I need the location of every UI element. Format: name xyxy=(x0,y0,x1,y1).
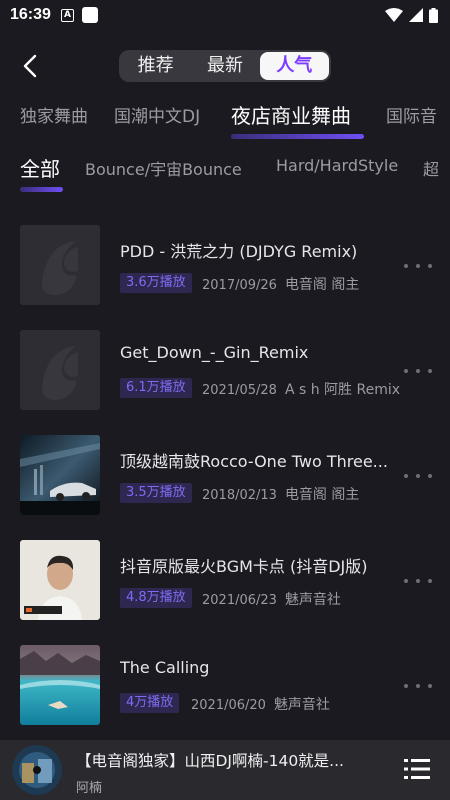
signal-icon xyxy=(409,8,423,22)
song-author: 电音阁 阁主 xyxy=(284,487,360,503)
subtab-bounce[interactable]: Bounce/宇宙Bounce xyxy=(85,156,242,180)
wifi-icon xyxy=(385,8,403,22)
song-author: 魅声音社 xyxy=(273,697,330,713)
more-options-button[interactable] xyxy=(404,682,432,690)
song-author: A s h 阿胜 Remix xyxy=(284,382,401,398)
battery-icon xyxy=(429,7,438,23)
player-cover[interactable] xyxy=(12,745,62,795)
status-bar: 16:39 A xyxy=(0,0,450,30)
song-date: 2021/06/23 xyxy=(202,593,277,608)
notification-a-icon: A xyxy=(60,8,74,22)
subcategory-tabs: 全部 Bounce/宇宙Bounce Hard/HardStyle 超 xyxy=(0,150,450,190)
song-title: The Calling xyxy=(120,658,210,677)
chevron-left-icon xyxy=(23,54,37,78)
list-item[interactable]: Get_Down_-_Gin_Remix 6.1万播放 2021/05/28 A … xyxy=(0,327,450,432)
category-tabs: 独家舞曲 国潮中文DJ 夜店商业舞曲 国际音 xyxy=(0,96,450,136)
more-options-button[interactable] xyxy=(404,262,432,270)
subcategory-active-indicator xyxy=(20,187,63,192)
song-date: 2021/05/28 xyxy=(202,383,277,398)
play-count-badge: 4万播放 xyxy=(120,693,180,713)
play-count-badge: 3.5万播放 xyxy=(120,483,192,503)
more-dot xyxy=(428,684,432,688)
play-count-badge: 4.8万播放 xyxy=(120,588,192,608)
more-dot xyxy=(416,579,420,583)
album-art-image xyxy=(12,745,62,795)
more-dot xyxy=(416,264,420,268)
segment-recommended[interactable]: 推荐 xyxy=(121,52,190,80)
player-song-title: 【电音阁独家】山西DJ啊楠-140就是... xyxy=(76,752,344,770)
song-title: Get_Down_-_Gin_Remix xyxy=(120,343,309,362)
placeholder-logo-icon xyxy=(20,225,100,305)
tab-nightclub-dance[interactable]: 夜店商业舞曲 xyxy=(231,100,351,129)
more-dot xyxy=(404,474,408,478)
song-meta: 2021/05/28 A s h 阿胜 Remix xyxy=(202,379,400,399)
car-photo-image xyxy=(20,435,100,515)
notification-square-icon xyxy=(81,7,98,23)
more-dot xyxy=(428,369,432,373)
segment-popular[interactable]: 人气 xyxy=(259,52,329,80)
song-meta: 2017/09/26 电音阁 阁主 xyxy=(202,274,359,294)
list-item[interactable]: The Calling 4万播放 2021/06/20 魅声音社 xyxy=(0,642,450,747)
song-cover xyxy=(20,645,100,725)
song-meta: 2018/02/13 电音阁 阁主 xyxy=(202,484,359,504)
subtab-more[interactable]: 超 xyxy=(423,156,439,180)
segment-latest[interactable]: 最新 xyxy=(190,52,259,80)
more-dot xyxy=(404,369,408,373)
portrait-photo-image xyxy=(20,540,100,620)
ocean-photo-image xyxy=(20,645,100,725)
category-active-indicator xyxy=(231,134,364,139)
more-options-button[interactable] xyxy=(404,472,432,480)
more-dot xyxy=(416,684,420,688)
song-cover xyxy=(20,435,100,515)
tab-exclusive-dance[interactable]: 独家舞曲 xyxy=(20,102,88,127)
placeholder-logo-icon xyxy=(20,330,100,410)
more-dot xyxy=(428,264,432,268)
list-item[interactable]: 顶级越南鼓Rocco-One Two Three... 3.5万播放 2018/… xyxy=(0,432,450,537)
song-cover xyxy=(20,540,100,620)
player-artist: 阿楠 xyxy=(76,781,103,796)
song-author: 魅声音社 xyxy=(284,592,341,608)
play-count-badge: 3.6万播放 xyxy=(120,273,192,293)
song-title: 抖音原版最火BGM卡点 (抖音DJ版) xyxy=(120,557,368,576)
song-title: 顶级越南鼓Rocco-One Two Three... xyxy=(120,452,388,471)
more-dot xyxy=(404,579,408,583)
mini-player[interactable]: 【电音阁独家】山西DJ啊楠-140就是... 阿楠 xyxy=(0,740,450,800)
song-author: 电音阁 阁主 xyxy=(284,277,360,293)
song-date: 2021/06/20 xyxy=(191,698,266,713)
song-list: PDD - 洪荒之力 (DJDYG Remix) 3.6万播放 2017/09/… xyxy=(0,222,450,747)
song-cover xyxy=(20,225,100,305)
song-meta: 2021/06/23 魅声音社 xyxy=(202,589,341,609)
more-dot xyxy=(416,474,420,478)
back-button[interactable] xyxy=(14,50,46,82)
more-dot xyxy=(428,474,432,478)
more-dot xyxy=(416,369,420,373)
more-dot xyxy=(404,264,408,268)
song-date: 2018/02/13 xyxy=(202,488,277,503)
subtab-hardstyle[interactable]: Hard/HardStyle xyxy=(276,156,398,175)
list-item[interactable]: 抖音原版最火BGM卡点 (抖音DJ版) 4.8万播放 2021/06/23 魅声音… xyxy=(0,537,450,642)
song-date: 2017/09/26 xyxy=(202,278,277,293)
status-time: 16:39 xyxy=(10,6,51,23)
tab-guochao-chinese-dj[interactable]: 国潮中文DJ xyxy=(114,102,200,127)
playlist-icon xyxy=(404,759,430,779)
sort-segmented-control: 推荐 最新 人气 xyxy=(119,50,331,82)
play-count-badge: 6.1万播放 xyxy=(120,378,192,398)
top-header: 推荐 最新 人气 xyxy=(0,40,450,92)
playlist-button[interactable] xyxy=(404,758,430,780)
list-item[interactable]: PDD - 洪荒之力 (DJDYG Remix) 3.6万播放 2017/09/… xyxy=(0,222,450,327)
subtab-all[interactable]: 全部 xyxy=(20,153,60,182)
tab-international[interactable]: 国际音 xyxy=(386,102,437,127)
song-meta: 2021/06/20 魅声音社 xyxy=(191,694,330,714)
more-options-button[interactable] xyxy=(404,367,432,375)
more-dot xyxy=(404,684,408,688)
song-title: PDD - 洪荒之力 (DJDYG Remix) xyxy=(120,242,358,261)
more-dot xyxy=(428,579,432,583)
song-cover xyxy=(20,330,100,410)
more-options-button[interactable] xyxy=(404,577,432,585)
